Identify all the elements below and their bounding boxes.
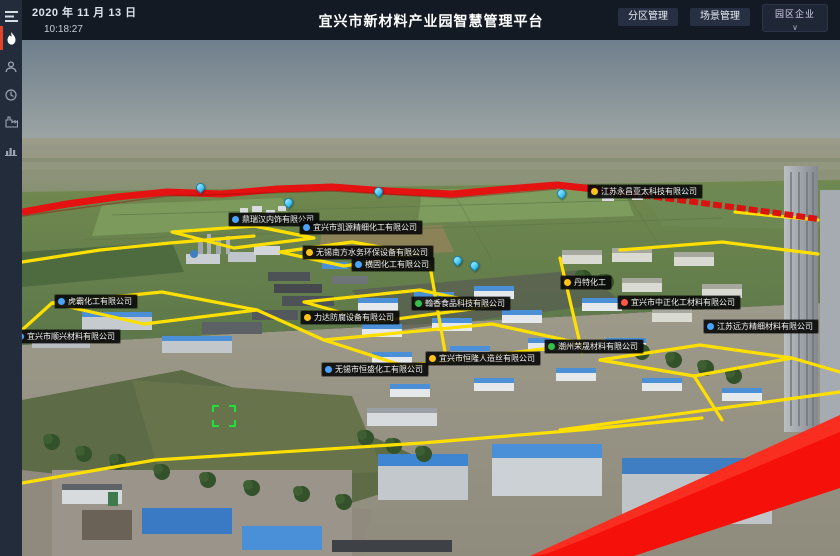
map-3d-view[interactable]: 江苏永昌亚太科技有限公司 鼎瑞汉内饰有限公司 宜兴市凯源精细化工有限公司 无锡南… (22, 40, 840, 556)
company-category-icon (232, 216, 239, 223)
company-label-text: 潮州荣晟材料有限公司 (558, 340, 638, 353)
top-header: 2020 年 11 月 13 日 10:18:27 宜兴市新材料产业园智慧管理平… (22, 0, 840, 40)
company-category-icon (564, 279, 571, 286)
company-category-icon (591, 188, 598, 195)
sidebar (0, 0, 22, 556)
company-label-text: 宜兴市凯源精细化工有限公司 (313, 221, 417, 234)
company-label-text: 虎霸化工有限公司 (68, 295, 132, 308)
company-category-icon (306, 249, 313, 256)
company-label-text: 力达防腐设备有限公司 (314, 311, 394, 324)
company-category-icon (303, 224, 310, 231)
company-category-icon (22, 333, 24, 340)
company-label-text: 宜兴市恒隆人造丝有限公司 (439, 352, 535, 365)
header-actions: 分区管理 场景管理 园区企业 ∨ (618, 4, 828, 32)
company-label-text: 丹特化工 (574, 276, 606, 289)
company-label-text: 宜兴市顺兴材料有限公司 (27, 330, 115, 343)
company-category-icon (429, 355, 436, 362)
company-label-text: 翰香食品科技有限公司 (425, 297, 505, 310)
bar-chart-icon[interactable] (0, 138, 22, 162)
company-label[interactable]: 虎霸化工有限公司 (55, 295, 137, 308)
zone-management-button[interactable]: 分区管理 (618, 8, 678, 26)
company-label[interactable]: 力达防腐设备有限公司 (301, 311, 399, 324)
company-label-text: 江苏永昌亚太科技有限公司 (601, 185, 697, 198)
user-icon[interactable] (0, 55, 22, 79)
scene-management-button[interactable]: 场景管理 (690, 8, 750, 26)
company-label[interactable]: 江苏永昌亚太科技有限公司 (588, 185, 702, 198)
company-label[interactable]: 无锡市恒盛化工有限公司 (322, 363, 428, 376)
company-label[interactable]: 宜兴市中正化工材料有限公司 (618, 296, 740, 309)
company-label[interactable]: 翰香食品科技有限公司 (412, 297, 510, 310)
map-sky (22, 40, 840, 200)
dropdown-label: 园区企业 (775, 7, 815, 20)
company-category-icon (58, 298, 65, 305)
company-label-text: 无锡市恒盛化工有限公司 (335, 363, 423, 376)
flame-icon[interactable] (0, 26, 22, 50)
company-category-icon (325, 366, 332, 373)
company-category-icon (355, 261, 362, 268)
company-label[interactable]: 宜兴市凯源精细化工有限公司 (300, 221, 422, 234)
company-category-icon (621, 299, 628, 306)
company-label-text: 江苏远方精细材料有限公司 (717, 320, 813, 333)
company-label[interactable]: 潮州荣晟材料有限公司 (545, 340, 643, 353)
chevron-down-icon: ∨ (792, 24, 798, 32)
gauge-icon[interactable] (0, 83, 22, 107)
company-label[interactable]: 横固化工有限公司 (352, 258, 434, 271)
selection-target-brackets (212, 405, 236, 427)
company-label[interactable]: 丹特化工 (561, 276, 611, 289)
company-label[interactable]: 宜兴市恒隆人造丝有限公司 (426, 352, 540, 365)
company-category-icon (304, 314, 311, 321)
app-window: 2020 年 11 月 13 日 10:18:27 宜兴市新材料产业园智慧管理平… (0, 0, 840, 556)
company-label[interactable]: 宜兴市顺兴材料有限公司 (22, 330, 120, 343)
menu-icon[interactable] (0, 4, 22, 28)
sidebar-active-indicator (0, 26, 3, 50)
factory-icon[interactable] (0, 110, 22, 134)
company-label-text: 宜兴市中正化工材料有限公司 (631, 296, 735, 309)
company-category-icon (548, 343, 555, 350)
company-category-icon (415, 300, 422, 307)
company-label[interactable]: 江苏远方精细材料有限公司 (704, 320, 818, 333)
park-enterprise-dropdown[interactable]: 园区企业 ∨ (762, 4, 828, 32)
company-label-text: 横固化工有限公司 (365, 258, 429, 271)
company-category-icon (707, 323, 714, 330)
